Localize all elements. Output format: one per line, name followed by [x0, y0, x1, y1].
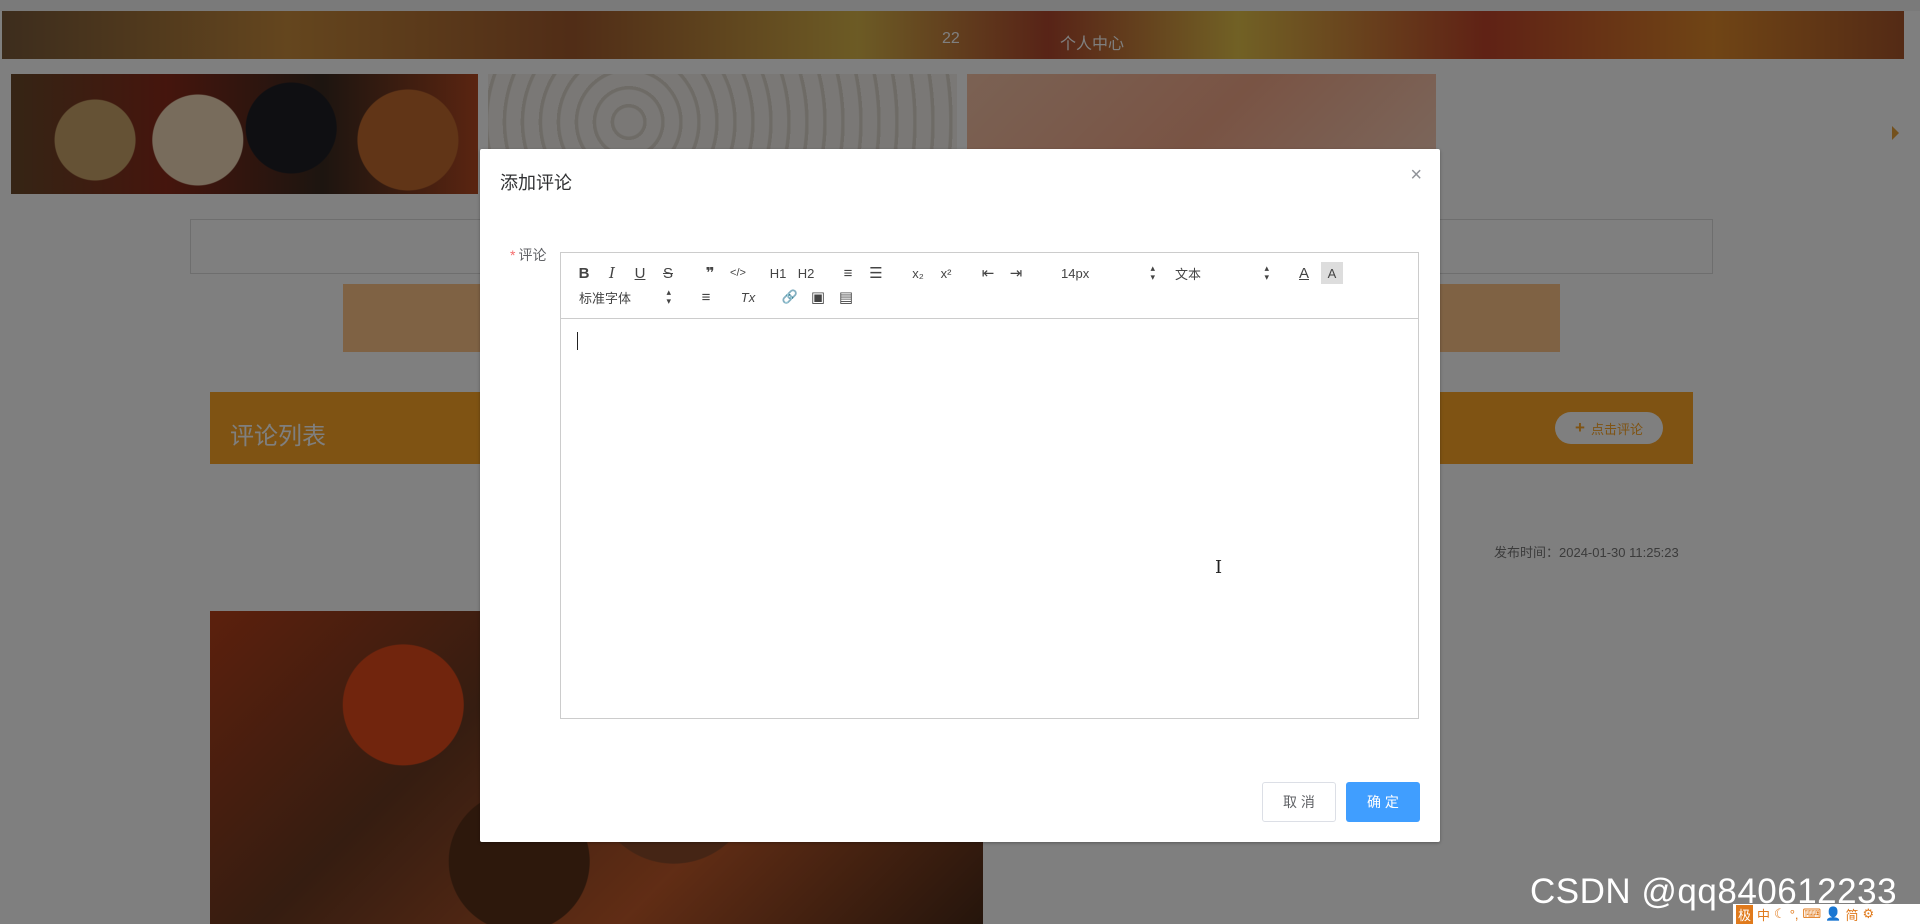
background-color-icon[interactable]: A — [1321, 262, 1343, 284]
outdent-icon[interactable]: ⇤ — [977, 262, 999, 284]
blockquote-icon[interactable]: ❞ — [699, 262, 721, 284]
close-icon[interactable]: × — [1410, 165, 1422, 185]
ime-moon-icon[interactable]: ☾ — [1774, 906, 1786, 922]
text-color-icon[interactable]: A — [1293, 262, 1315, 284]
strikethrough-icon[interactable]: S — [657, 262, 679, 284]
ordered-list-icon[interactable]: ≡ — [837, 262, 859, 284]
header-select-value: 文本 — [1175, 266, 1202, 282]
video-icon[interactable]: ▤ — [835, 286, 857, 308]
ime-logo-icon[interactable]: 极 — [1736, 904, 1754, 924]
code-block-icon[interactable]: </> — [727, 262, 749, 284]
h2-icon[interactable]: H2 — [795, 262, 817, 284]
required-mark: * — [510, 247, 516, 263]
align-icon[interactable]: ≡ — [695, 286, 717, 308]
ime-settings-icon[interactable]: ⚙ — [1862, 906, 1874, 922]
ime-simplified-icon[interactable]: 简 — [1845, 905, 1858, 924]
underline-icon[interactable]: U — [629, 262, 651, 284]
h1-icon[interactable]: H1 — [767, 262, 789, 284]
ime-toolbar: 极 中 ☾ °, ⌨ 👤 简 ⚙ — [1733, 904, 1920, 924]
select-arrows-icon: ▴ ▾ — [1150, 263, 1155, 282]
text-caret — [577, 332, 578, 350]
ime-punctuation-icon[interactable]: °, — [1790, 907, 1799, 922]
font-size-value: 14px — [1061, 265, 1090, 281]
image-icon[interactable]: ▣ — [807, 286, 829, 308]
editor-content-area[interactable]: I — [561, 319, 1418, 718]
select-arrows-icon: ▴ ▾ — [666, 287, 671, 306]
ime-user-icon[interactable]: 👤 — [1825, 906, 1841, 922]
ime-keyboard-icon[interactable]: ⌨ — [1803, 906, 1822, 922]
text-cursor-icon: I — [1215, 557, 1223, 578]
dialog-title: 添加评论 — [500, 173, 572, 193]
font-family-select[interactable]: 标准字体 ▴ ▾ — [579, 287, 671, 307]
subscript-icon[interactable]: x₂ — [907, 262, 929, 284]
confirm-button[interactable]: 确 定 — [1346, 782, 1420, 822]
header-select[interactable]: 文本 ▴ ▾ — [1175, 263, 1269, 283]
font-size-select[interactable]: 14px ▴ ▾ — [1061, 263, 1155, 283]
select-arrows-icon: ▴ ▾ — [1264, 263, 1269, 282]
bold-icon[interactable]: B — [573, 262, 595, 284]
add-comment-dialog: 添加评论 × * 评论 B I U S ❞ </> H1 H2 ≡ ☰ x₂ x²… — [480, 149, 1440, 842]
font-family-value: 标准字体 — [579, 290, 632, 306]
comment-label-text: 评论 — [518, 247, 547, 263]
editor-toolbar: B I U S ❞ </> H1 H2 ≡ ☰ x₂ x² ⇤ ⇥ 14px ▴… — [561, 253, 1418, 319]
clear-format-icon[interactable]: Tx — [737, 286, 759, 308]
link-icon[interactable]: 🔗 — [779, 286, 801, 308]
cancel-button[interactable]: 取 消 — [1262, 782, 1336, 822]
comment-field-label: * 评论 — [510, 245, 546, 265]
italic-icon[interactable]: I — [601, 262, 623, 284]
rich-text-editor: B I U S ❞ </> H1 H2 ≡ ☰ x₂ x² ⇤ ⇥ 14px ▴… — [560, 252, 1419, 719]
superscript-icon[interactable]: x² — [935, 262, 957, 284]
bullet-list-icon[interactable]: ☰ — [865, 262, 887, 284]
indent-icon[interactable]: ⇥ — [1005, 262, 1027, 284]
ime-chinese-icon[interactable]: 中 — [1757, 905, 1770, 924]
